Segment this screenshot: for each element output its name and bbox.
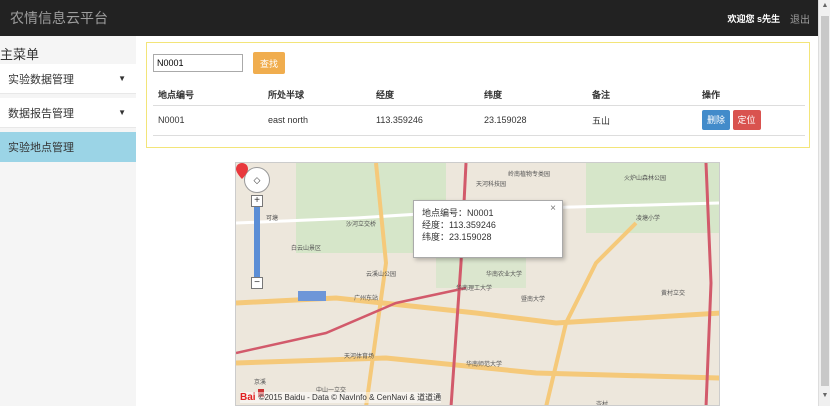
app-title[interactable]: 农情信息云平台	[10, 8, 108, 28]
map-label: 广州东站	[354, 296, 379, 302]
caret-down-icon: ▼	[118, 108, 126, 117]
zoom-in-icon[interactable]: +	[251, 195, 263, 207]
map-label: 火炉山森林公园	[624, 176, 667, 182]
map-copyright: Bai ©2015 Baidu - Data © NavInfo & CenNa…	[240, 392, 442, 403]
zoom-out-icon[interactable]: −	[251, 277, 263, 289]
location-table: 地点编号 所处半球 经度 纬度 备注 操作 N0001 east north 1…	[153, 85, 805, 136]
map-label: 华南师范大学	[466, 362, 503, 368]
map-label: 华南理工大学	[456, 286, 493, 292]
col-header-lng: 经度	[371, 85, 479, 106]
sidebar-item-experiment-data[interactable]: 实验数据管理 ▼	[0, 64, 136, 94]
map-label: 黄村立交	[661, 291, 686, 297]
map-label: 岭南植物专类园	[508, 172, 551, 178]
map-label: 岑村	[596, 402, 609, 406]
map-label: 华南农业大学	[486, 272, 523, 278]
zoom-slider[interactable]	[254, 207, 260, 277]
col-header-note: 备注	[587, 85, 697, 106]
info-lng: 经度：113.359246	[422, 220, 496, 230]
map-label: 天河科技园	[476, 182, 507, 188]
map-label: 云溪山公园	[366, 272, 397, 278]
top-navbar: 农情信息云平台 欢迎您 s先生 退出	[0, 0, 818, 36]
baidu-map[interactable]: 岭南植物专类园 天河科技园 华南农业大学 华南理工大学 暨南大学 广州东站 天河…	[235, 162, 720, 406]
cell-lat: 23.159028	[479, 105, 587, 136]
map-info-window: × 地点编号：N0001 经度：113.359246 纬度：23.159028	[413, 200, 563, 258]
table-row: N0001 east north 113.359246 23.159028 五山…	[153, 105, 805, 136]
welcome-text: 欢迎您 s先生	[727, 13, 780, 24]
search-input[interactable]	[153, 54, 243, 72]
info-id: 地点编号：N0001	[422, 208, 494, 218]
search-button[interactable]: 查找	[253, 52, 285, 74]
sidebar-item-experiment-location[interactable]: 实验地点管理	[0, 132, 136, 162]
scroll-up-icon[interactable]: ▲	[819, 2, 830, 14]
copyright-text: ©2015 Baidu - Data © NavInfo & CenNavi &…	[258, 393, 442, 402]
map-marker-icon[interactable]	[236, 163, 248, 179]
scroll-down-icon[interactable]: ▼	[819, 392, 830, 404]
sidebar-title: 主菜单	[0, 47, 40, 62]
cell-hemisphere: east north	[263, 105, 371, 136]
scroll-thumb[interactable]	[821, 16, 829, 386]
map-label: 京溪	[254, 380, 267, 386]
map-label: 沙河立交桥	[346, 222, 377, 228]
sidebar-item-label: 数据报告管理	[8, 107, 74, 120]
cell-note: 五山	[587, 105, 697, 136]
sidebar-item-label: 实验地点管理	[8, 142, 74, 154]
locate-button[interactable]: 定位	[732, 110, 761, 130]
col-header-operation: 操作	[697, 85, 805, 106]
sidebar: 主菜单 实验数据管理 ▼ 数据报告管理 ▼ 实验地点管理	[0, 36, 136, 406]
map-label: 白云山景区	[291, 246, 322, 252]
map-label: 暨南大学	[521, 297, 546, 303]
col-header-hemisphere: 所处半球	[263, 85, 371, 106]
cell-lng: 113.359246	[371, 105, 479, 136]
map-label: 凌塘小学	[636, 216, 661, 222]
map-label: 天河体育场	[344, 354, 375, 360]
sidebar-item-label: 实验数据管理	[8, 73, 74, 86]
info-lat: 纬度：23.159028	[422, 232, 492, 242]
baidu-logo: Bai	[240, 392, 256, 403]
location-panel: 查找 地点编号 所处半球 经度 纬度 备注 操作 N0001 east nort…	[146, 42, 810, 148]
page-scrollbar[interactable]: ▲ ▼	[818, 0, 830, 406]
delete-button[interactable]: 删除	[702, 110, 731, 130]
map-zoom-control: ◇ + −	[244, 167, 270, 289]
col-header-id: 地点编号	[153, 85, 263, 106]
caret-down-icon: ▼	[118, 74, 126, 83]
close-icon[interactable]: ×	[550, 203, 556, 215]
table-header-row: 地点编号 所处半球 经度 纬度 备注 操作	[153, 85, 805, 106]
sidebar-item-data-report[interactable]: 数据报告管理 ▼	[0, 98, 136, 128]
cell-operation: 删除 定位	[697, 105, 805, 136]
cell-id: N0001	[153, 105, 263, 136]
col-header-lat: 纬度	[479, 85, 587, 106]
logout-link[interactable]: 退出	[790, 11, 810, 26]
